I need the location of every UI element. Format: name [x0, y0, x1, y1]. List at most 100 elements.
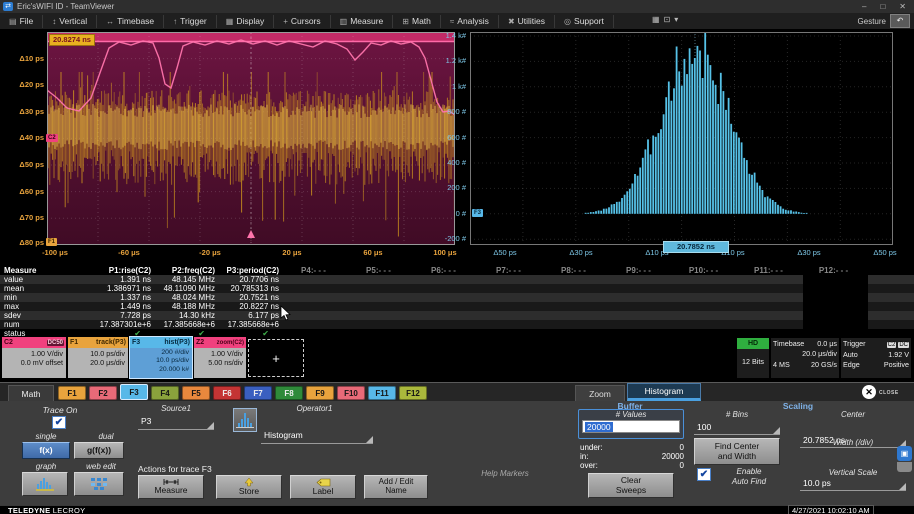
gesture-label: Gesture	[857, 16, 886, 26]
descriptor-line: 200 #/div	[161, 349, 189, 356]
close-dialog-button[interactable]: ✕	[862, 385, 876, 399]
tab-f5[interactable]: F5	[182, 386, 210, 400]
col-header[interactable]: P9:- - -	[608, 266, 673, 275]
col-header[interactable]: P1:rise(C2)	[50, 266, 155, 275]
menu-timebase[interactable]: ↔ Timebase	[97, 14, 165, 28]
single-fx-button[interactable]: f(x)	[22, 442, 70, 459]
menu-display[interactable]: ▦ Display	[217, 14, 275, 28]
trigger-coupling-badge: DC	[898, 342, 909, 348]
tab-zoom[interactable]: Zoom	[575, 385, 625, 401]
menu-support[interactable]: ◎ Support	[555, 14, 614, 28]
single-label: single	[35, 432, 57, 441]
tab-f12[interactable]: F12	[399, 386, 427, 400]
web-edit-button[interactable]	[74, 472, 124, 496]
row-label: sdev	[4, 311, 21, 320]
histogram-operator-icon-button[interactable]	[233, 408, 257, 432]
tab-f6[interactable]: F6	[213, 386, 241, 400]
operator1-dropdown[interactable]: Histogram	[261, 430, 373, 444]
col-header[interactable]: P4:- - -	[283, 266, 348, 275]
maximize-button[interactable]: □	[880, 2, 885, 11]
trigger-box[interactable]: Trigger C2 DC Auto 1.92 V Edge Positive	[841, 338, 911, 378]
num-values-input[interactable]: 20000	[582, 420, 680, 433]
add-edit-name-button[interactable]: Add / Edit Name	[364, 475, 428, 499]
add-trace-drop-target[interactable]: +	[248, 339, 304, 377]
cursors-icon: +	[283, 16, 288, 26]
graph-mode-button[interactable]	[22, 472, 68, 496]
zoom-descriptor-z2[interactable]: Z2 zoom(C2) 1.00 V/div 5.00 ns/div	[194, 337, 246, 378]
find-center-width-button[interactable]: Find Center and Width	[694, 438, 780, 465]
f1-trace-badge[interactable]: F1	[46, 238, 58, 246]
trace-descriptor-f1[interactable]: F1 track(P3) 10.0 ps/div 20.0 μs/div	[68, 337, 128, 378]
histogram-plot[interactable]	[470, 32, 893, 245]
num-bins-dropdown[interactable]: 100	[694, 422, 780, 435]
fullscreen-icon[interactable]: ⊡	[664, 15, 671, 24]
teamviewer-flap[interactable]	[897, 462, 912, 472]
tab-histogram-active[interactable]: Histogram	[627, 383, 701, 401]
left-x-tick: 20 μs	[282, 248, 302, 257]
descriptor-id: F3	[132, 339, 141, 346]
undo-gesture-button[interactable]: ↶	[890, 14, 910, 28]
col-header[interactable]: P2:freq(C2)	[155, 266, 219, 275]
chevron-down-icon[interactable]: ▾	[674, 15, 678, 24]
tab-f8[interactable]: F8	[275, 386, 303, 400]
tab-f9[interactable]: F9	[306, 386, 334, 400]
tab-f4[interactable]: F4	[151, 386, 179, 400]
col-header[interactable]: P8:- - -	[543, 266, 608, 275]
col-header[interactable]: P5:- - -	[348, 266, 413, 275]
channel-descriptor-c2[interactable]: C2 DC50 1.00 V/div 0.0 mV offset	[2, 337, 66, 378]
find-center-label: and Width	[717, 450, 757, 461]
menu-utilities[interactable]: ✖ Utilities	[499, 14, 556, 28]
menu-measure[interactable]: ▥ Measure	[331, 14, 394, 28]
tab-f2[interactable]: F2	[89, 386, 117, 400]
menu-label: Timebase	[117, 16, 155, 26]
dual-gfx-button[interactable]: g(f(x))	[74, 442, 124, 459]
trigger-icon: ↑	[173, 16, 178, 26]
f3-trace-badge[interactable]: F3	[472, 209, 484, 217]
row-label: mean	[4, 284, 25, 293]
monitor-grid-icon[interactable]: ▦	[652, 15, 660, 24]
tab-f1[interactable]: F1	[58, 386, 86, 400]
col-header[interactable]: P10:- - -	[673, 266, 738, 275]
timebase-box[interactable]: Timebase 0.0 μs 20.0 μs/div 4 MS 20 GS/s	[771, 338, 839, 378]
clear-sweeps-button[interactable]: Clear Sweeps	[588, 473, 674, 498]
col-header[interactable]: P6:- - -	[413, 266, 478, 275]
col-header[interactable]: P12:- - -	[803, 266, 868, 275]
tab-f7[interactable]: F7	[244, 386, 272, 400]
measure-action-button[interactable]: Measure	[138, 475, 204, 499]
cell: 48.188 MHz	[171, 302, 215, 311]
minimize-button[interactable]: –	[862, 2, 866, 11]
cell: 17.385668e+6	[227, 320, 279, 329]
trace-descriptor-f3-selected[interactable]: F3 hist(P3) 200 #/div 10.0 ps/div 20.000…	[129, 336, 193, 379]
dual-label: dual	[98, 432, 114, 441]
menu-trigger[interactable]: ↑ Trigger	[164, 14, 217, 28]
menu-file[interactable]: ▤ File	[0, 14, 44, 28]
trace-on-checkbox[interactable]: ✔	[52, 416, 66, 429]
source1-dropdown[interactable]: P3	[138, 416, 214, 430]
in-value: 20000	[661, 452, 684, 461]
store-action-button[interactable]: Store	[216, 475, 282, 499]
col-header[interactable]: P7:- - -	[478, 266, 543, 275]
measure-table: Measure P1:rise(C2) P2:freq(C2) P3:perio…	[0, 266, 914, 338]
enable-auto-find-checkbox[interactable]: ✔	[697, 468, 711, 481]
width-div-dropdown[interactable]: 10.0 ps	[800, 478, 906, 491]
cell: 14.30 kHz	[178, 311, 215, 320]
cell: 1.391 ns	[120, 275, 151, 284]
tab-f3-active[interactable]: F3	[120, 384, 148, 400]
label-action-button[interactable]: Label	[290, 475, 356, 499]
tab-math[interactable]: Math	[8, 385, 54, 401]
menu-cursors[interactable]: + Cursors	[274, 14, 331, 28]
tab-f10[interactable]: F10	[337, 386, 365, 400]
menu-vertical[interactable]: ↕ Vertical	[43, 14, 98, 28]
row-label: num	[4, 320, 20, 329]
c2-trace-badge[interactable]: C2	[46, 134, 58, 142]
col-header[interactable]: P11:- - -	[738, 266, 803, 275]
menu-analysis[interactable]: ≈ Analysis	[441, 14, 499, 28]
teamviewer-bubble-icon[interactable]: ▣	[897, 446, 912, 461]
tab-f11[interactable]: F11	[368, 386, 396, 400]
left-y-tick: Δ70 ps	[19, 213, 44, 222]
menu-math[interactable]: ⊞ Math	[393, 14, 441, 28]
hd-mode-box[interactable]: HD 12 Bits	[737, 338, 769, 378]
persistence-waveform-plot[interactable]	[47, 32, 455, 245]
close-window-button[interactable]: ✕	[899, 2, 906, 11]
col-header[interactable]: P3:period(C2)	[219, 266, 283, 275]
